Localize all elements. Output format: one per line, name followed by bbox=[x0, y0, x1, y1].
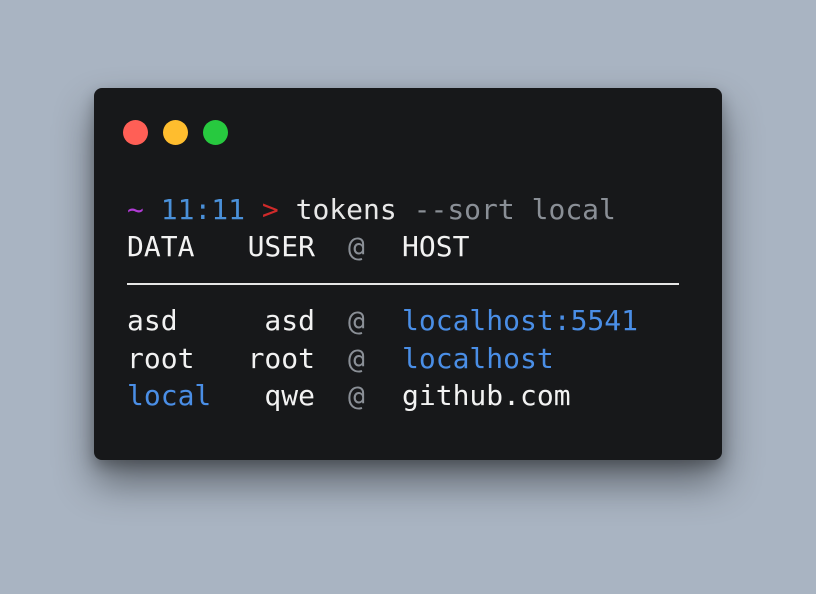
table-row: root root @ localhost bbox=[127, 341, 554, 377]
header-divider bbox=[127, 283, 679, 285]
close-window-button[interactable] bbox=[123, 120, 148, 145]
minimize-window-button[interactable] bbox=[163, 120, 188, 145]
table-row: asd asd @ localhost:5541 bbox=[127, 303, 638, 339]
prompt-tilde: ~ bbox=[127, 193, 144, 226]
header-data: DATA bbox=[127, 230, 195, 263]
table-header: DATA USER @ HOST bbox=[127, 229, 469, 265]
row-user: root bbox=[247, 342, 315, 375]
row-data: local bbox=[127, 379, 212, 412]
command-name: tokens bbox=[295, 193, 397, 226]
row-at: @ bbox=[348, 342, 365, 375]
command-line: ~ 11:11 > tokens --sort local bbox=[127, 192, 616, 228]
command-args: --sort local bbox=[413, 193, 616, 226]
header-at: @ bbox=[348, 230, 365, 263]
table-row: local qwe @ github.com bbox=[127, 378, 571, 414]
row-host: localhost bbox=[402, 342, 554, 375]
header-user: USER bbox=[247, 230, 315, 263]
terminal-window: ~ 11:11 > tokens --sort local DATA USER … bbox=[94, 88, 722, 460]
row-host: github.com bbox=[402, 379, 571, 412]
prompt-arrow: > bbox=[261, 193, 279, 226]
row-data: root bbox=[127, 342, 195, 375]
maximize-window-button[interactable] bbox=[203, 120, 228, 145]
row-user: asd bbox=[264, 304, 315, 337]
prompt-time: 11:11 bbox=[160, 193, 246, 226]
header-host: HOST bbox=[402, 230, 470, 263]
row-at: @ bbox=[348, 304, 365, 337]
row-data: asd bbox=[127, 304, 178, 337]
row-user: qwe bbox=[264, 379, 315, 412]
row-host: localhost:5541 bbox=[402, 304, 639, 337]
row-at: @ bbox=[348, 379, 365, 412]
